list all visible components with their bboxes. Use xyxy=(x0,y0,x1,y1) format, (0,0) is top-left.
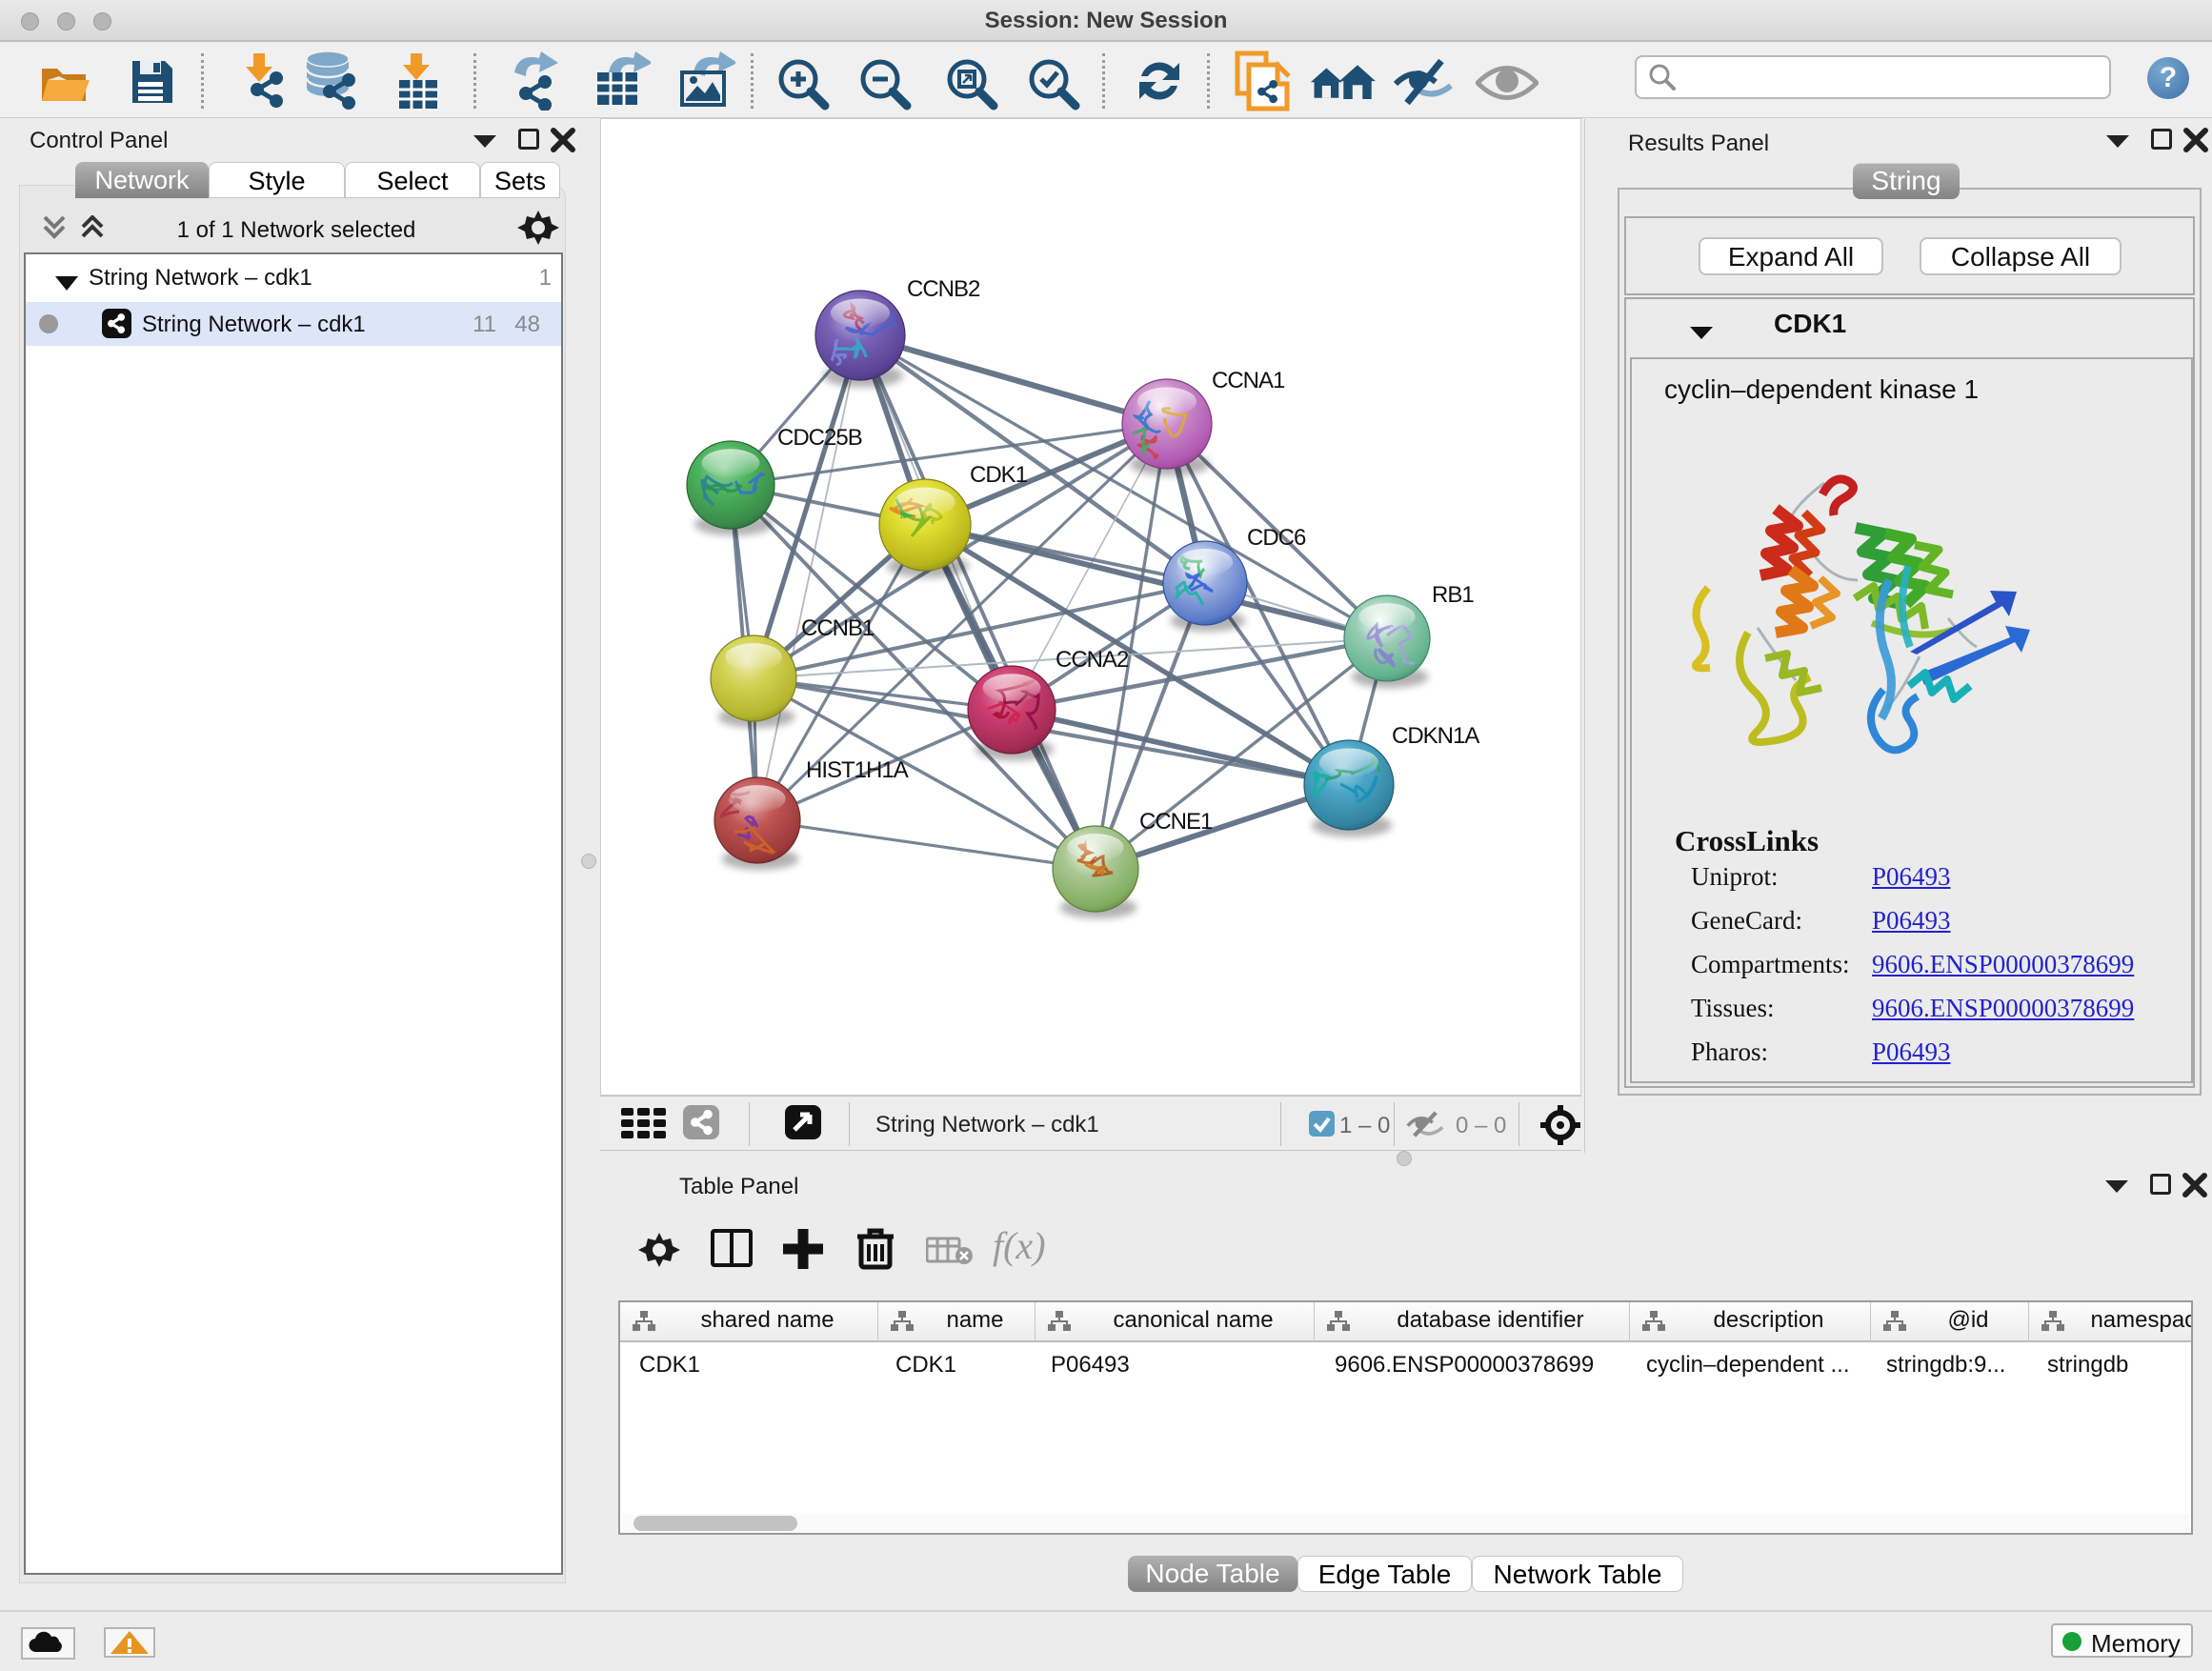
svg-text:CCNA2: CCNA2 xyxy=(1056,647,1129,673)
svg-text:CDKN1A: CDKN1A xyxy=(1392,723,1479,749)
svg-text:CCNA1: CCNA1 xyxy=(1212,368,1285,393)
svg-text:CCNB2: CCNB2 xyxy=(907,276,980,302)
svg-text:CCNB1: CCNB1 xyxy=(801,615,875,641)
svg-text:CDC6: CDC6 xyxy=(1247,525,1306,551)
svg-text:HIST1H1A: HIST1H1A xyxy=(806,757,909,783)
svg-text:CDC25B: CDC25B xyxy=(777,425,862,451)
svg-text:RB1: RB1 xyxy=(1432,582,1474,608)
svg-text:CCNE1: CCNE1 xyxy=(1139,809,1213,835)
svg-text:CDK1: CDK1 xyxy=(970,462,1028,488)
